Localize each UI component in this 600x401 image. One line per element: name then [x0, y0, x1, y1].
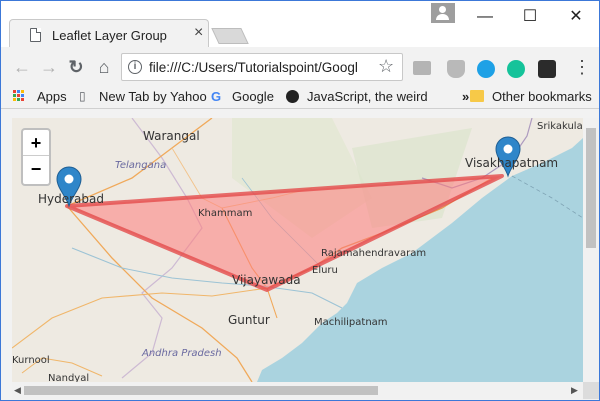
map-label-nandyal: Nandyal — [48, 373, 89, 382]
leaflet-map[interactable]: Warangal Telangana Hyderabad Khammam Raj… — [12, 118, 583, 382]
bookmark-other[interactable]: Other bookmarks — [492, 89, 592, 104]
map-tiles: Warangal Telangana Hyderabad Khammam Raj… — [12, 118, 583, 382]
maximize-button[interactable]: ☐ — [520, 7, 540, 27]
scrollbar-corner — [583, 382, 599, 399]
drive-extension-icon[interactable] — [413, 61, 431, 75]
scroll-right-icon[interactable]: ▶ — [571, 385, 578, 396]
bookmark-item[interactable]: Google — [232, 89, 274, 104]
browser-tab[interactable]: Leaflet Layer Group × — [9, 19, 209, 49]
zoom-in-button[interactable]: + — [23, 130, 49, 156]
map-label-hyderabad: Hyderabad — [38, 192, 104, 206]
horizontal-scrollbar[interactable]: ◀ ▶ — [12, 382, 583, 399]
reload-icon[interactable]: ↻ — [65, 56, 87, 78]
close-button[interactable]: ✕ — [566, 7, 586, 27]
map-label-guntur: Guntur — [228, 313, 270, 327]
bookmark-item[interactable]: New Tab by Yahoo — [99, 89, 207, 104]
menu-icon[interactable]: ⋮ — [571, 56, 593, 78]
map-label-visakhapatnam: Visakhapatnam — [465, 156, 558, 170]
horizontal-scroll-thumb[interactable] — [24, 386, 378, 395]
map-label-vijayawada: Vijayawada — [232, 273, 301, 287]
map-label-telangana: Telangana — [115, 160, 166, 171]
back-icon[interactable]: ← — [11, 56, 33, 78]
minimize-button[interactable]: — — [475, 7, 495, 27]
map-label-eluru: Eluru — [312, 265, 338, 276]
url-text: file:///C:/Users/Tutorialspoint/Googl — [149, 60, 358, 75]
map-label-srikakulam: Srikakulam — [537, 121, 583, 132]
zoom-control: + − — [21, 128, 51, 186]
info-icon[interactable]: i — [128, 60, 142, 74]
more-bookmarks-icon[interactable]: » — [462, 89, 469, 104]
forward-icon[interactable]: → — [38, 56, 60, 78]
extension-dark-icon[interactable] — [538, 60, 556, 78]
map-label-kurnool: Kurnool — [12, 355, 50, 366]
apps-icon[interactable] — [13, 90, 25, 102]
map-label-warangal: Warangal — [143, 129, 200, 143]
bookmark-apps[interactable]: Apps — [37, 89, 67, 104]
address-bar[interactable]: i file:///C:/Users/Tutorialspoint/Googl … — [121, 53, 403, 81]
map-label-khammam: Khammam — [198, 208, 252, 219]
vertical-scroll-thumb[interactable] — [586, 128, 596, 248]
page-icon — [30, 28, 41, 42]
profile-icon[interactable] — [431, 3, 455, 23]
page-icon: ▯ — [79, 89, 86, 103]
toolbar: ← → ↻ ⌂ i file:///C:/Users/Tutorialspoin… — [1, 47, 599, 85]
bookmarks-bar: Apps ▯ New Tab by Yahoo G Google JavaScr… — [1, 85, 599, 109]
grammarly-icon[interactable] — [507, 60, 525, 78]
javascript-site-icon — [286, 90, 299, 103]
scroll-left-icon[interactable]: ◀ — [14, 385, 21, 396]
vertical-scrollbar[interactable] — [583, 118, 599, 382]
tab-title: Leaflet Layer Group — [52, 28, 167, 43]
skype-icon[interactable] — [477, 60, 495, 78]
star-icon[interactable]: ☆ — [378, 56, 394, 77]
title-bar: Leaflet Layer Group × — ☐ ✕ — [1, 1, 599, 49]
browser-window: Leaflet Layer Group × — ☐ ✕ ← → ↻ ⌂ i fi… — [0, 0, 600, 401]
extension-icon[interactable] — [447, 60, 465, 78]
map-label-rajamahendravaram: Rajamahendravaram — [321, 248, 426, 259]
folder-icon — [470, 90, 484, 102]
bookmark-item[interactable]: JavaScript, the weird — [307, 89, 449, 104]
tab-close-icon[interactable]: × — [194, 25, 203, 41]
new-tab-button[interactable] — [211, 28, 249, 44]
home-icon[interactable]: ⌂ — [93, 56, 115, 78]
map-label-andhra-pradesh: Andhra Pradesh — [141, 348, 222, 359]
map-label-machilipatnam: Machilipatnam — [314, 317, 388, 328]
zoom-out-button[interactable]: − — [23, 156, 49, 182]
google-icon: G — [211, 89, 222, 104]
